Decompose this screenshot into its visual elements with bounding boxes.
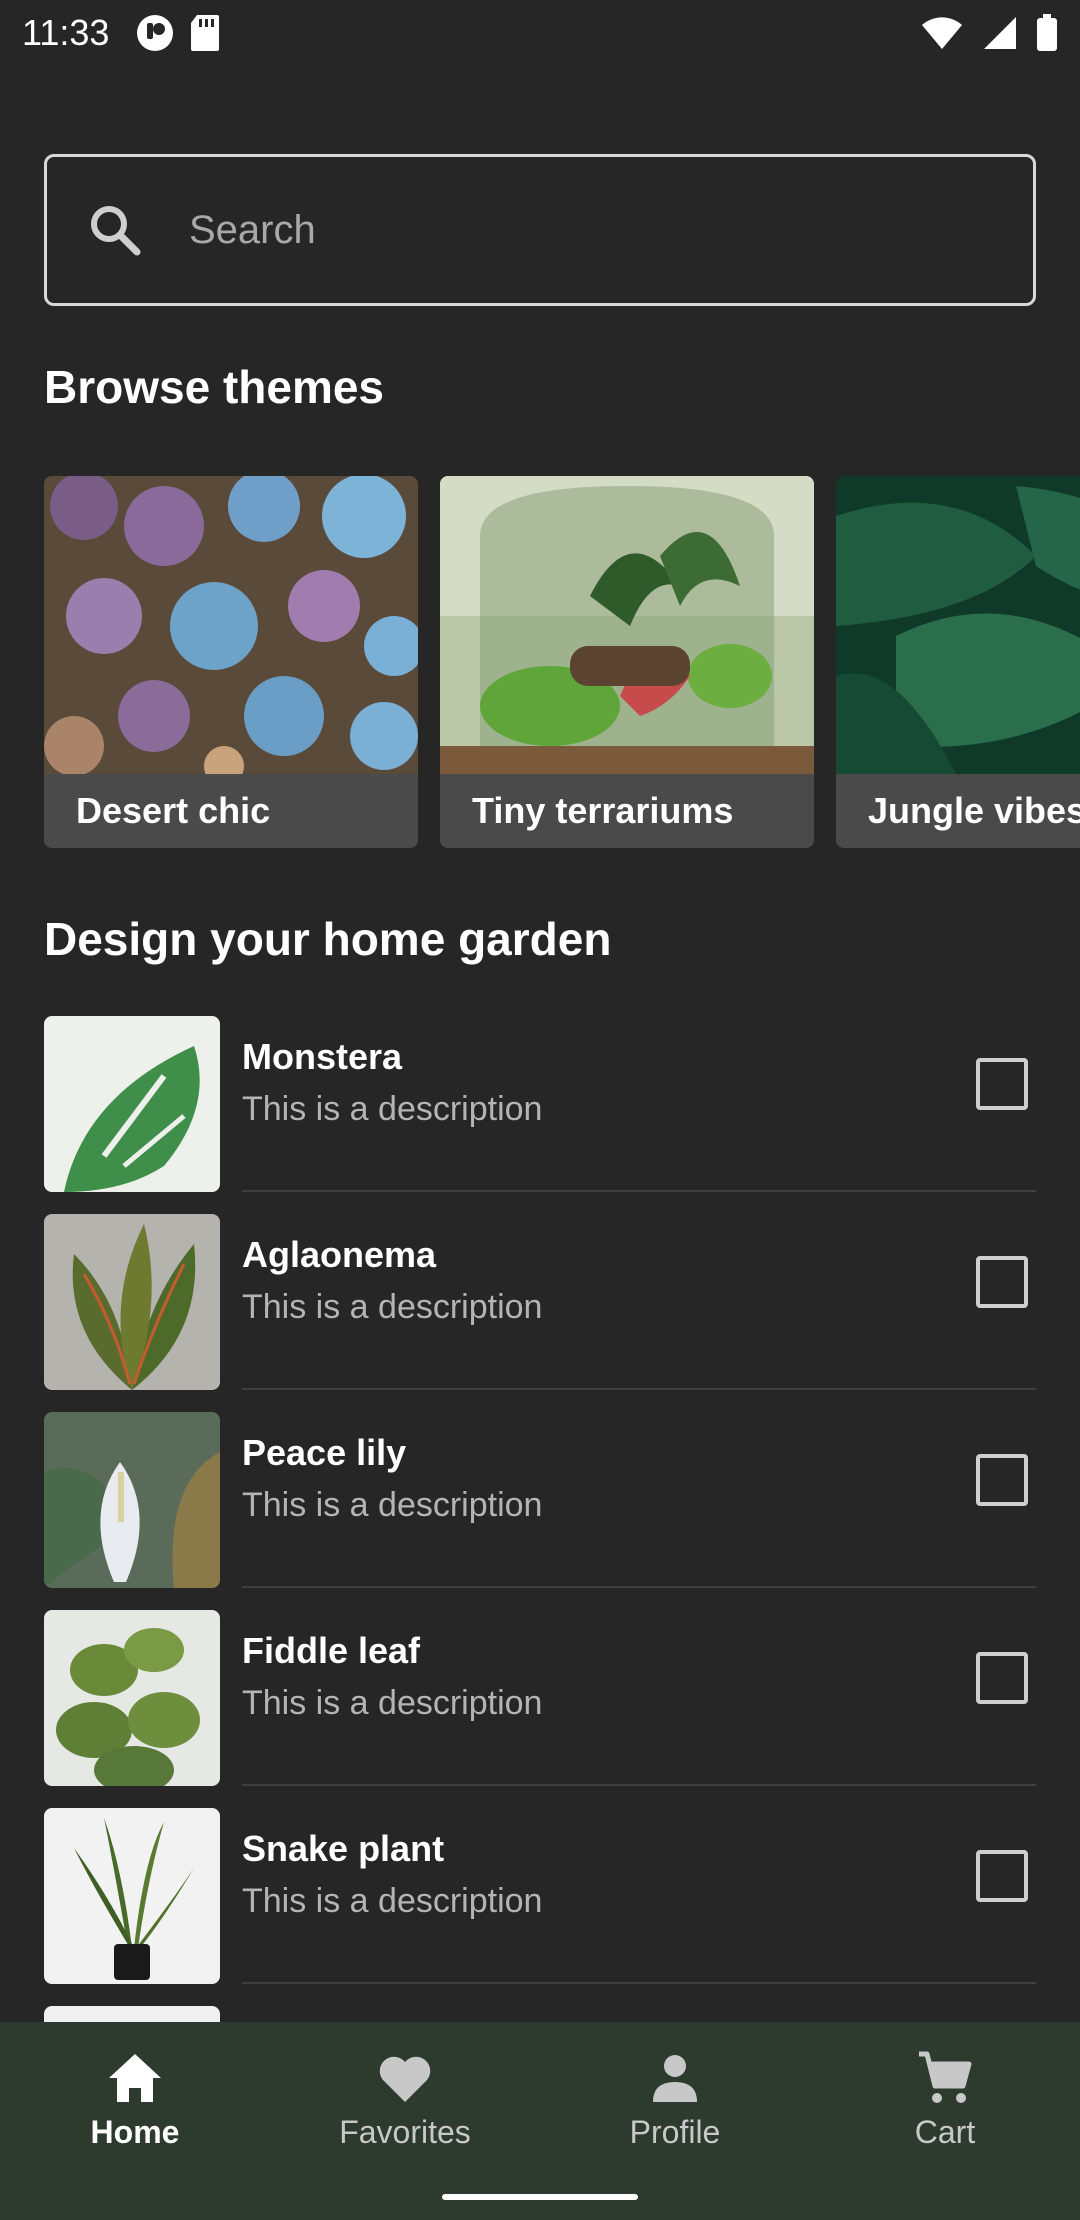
plant-checkbox[interactable] bbox=[976, 1058, 1028, 1110]
theme-label-bar: Jungle vibes bbox=[836, 774, 1080, 848]
theme-label: Jungle vibes bbox=[868, 790, 1080, 831]
status-left: 11:33 bbox=[22, 12, 221, 54]
divider bbox=[242, 1784, 1036, 1786]
search-icon bbox=[91, 206, 141, 256]
plant-description: This is a description bbox=[242, 1288, 543, 1326]
nav-favorites[interactable]: Favorites bbox=[270, 2022, 540, 2220]
plant-name: Snake plant bbox=[242, 1828, 445, 1869]
plant-description: This is a description bbox=[242, 1882, 543, 1920]
status-right bbox=[920, 14, 1058, 52]
plant-checkbox[interactable] bbox=[976, 1850, 1028, 1902]
nav-profile[interactable]: Profile bbox=[540, 2022, 810, 2220]
list-item[interactable]: Snake plant This is a description bbox=[0, 1808, 1080, 2006]
nav-home[interactable]: Home bbox=[0, 2022, 270, 2220]
theme-label-bar: Tiny terrariums bbox=[440, 774, 814, 848]
list-item[interactable]: Fiddle leaf This is a description bbox=[0, 1610, 1080, 1808]
plant-description: This is a description bbox=[242, 1090, 543, 1128]
plant-name: Peace lily bbox=[242, 1432, 407, 1473]
cart-icon bbox=[919, 2051, 972, 2103]
status-bar: 11:33 bbox=[0, 0, 1080, 66]
theme-card-jungle-vibes[interactable]: Jungle vibes bbox=[836, 476, 1080, 848]
list-item[interactable]: Monstera This is a description bbox=[0, 1016, 1080, 1214]
status-time: 11:33 bbox=[22, 12, 110, 53]
divider bbox=[242, 1586, 1036, 1588]
browse-themes-title: Browse themes bbox=[44, 361, 385, 413]
bottom-navigation: Home Favorites Profile Cart bbox=[0, 2022, 1080, 2220]
plant-checkbox[interactable] bbox=[976, 1652, 1028, 1704]
theme-label: Desert chic bbox=[76, 790, 271, 831]
list-item[interactable]: Peace lily This is a description bbox=[0, 1412, 1080, 1610]
plant-name: Aglaonema bbox=[242, 1234, 437, 1275]
search-input[interactable] bbox=[187, 206, 1033, 254]
list-item[interactable] bbox=[0, 2006, 1080, 2022]
person-icon bbox=[653, 2055, 697, 2102]
garden-title: Design your home garden bbox=[44, 913, 612, 965]
wifi-icon bbox=[922, 17, 962, 49]
plant-description: This is a description bbox=[242, 1486, 543, 1524]
nav-label: Favorites bbox=[339, 2114, 471, 2150]
nav-cart[interactable]: Cart bbox=[810, 2022, 1080, 2220]
divider bbox=[242, 1388, 1036, 1390]
home-indicator[interactable] bbox=[442, 2194, 638, 2200]
divider bbox=[242, 1190, 1036, 1192]
sd-card-icon bbox=[191, 15, 220, 51]
search-box[interactable] bbox=[44, 154, 1036, 306]
jungle-vibes-image bbox=[836, 476, 1080, 774]
theme-label-bar: Desert chic bbox=[44, 774, 418, 848]
plant-checkbox[interactable] bbox=[976, 1454, 1028, 1506]
desert-chic-image bbox=[44, 476, 418, 774]
battery-icon bbox=[1037, 14, 1057, 51]
divider bbox=[242, 1982, 1036, 1984]
plant-description: This is a description bbox=[242, 1684, 543, 1722]
plant-list[interactable]: Monstera This is a description Aglaonema… bbox=[0, 1016, 1080, 2022]
monstera-thumbnail bbox=[44, 1016, 220, 1192]
plant-name: Fiddle leaf bbox=[242, 1630, 421, 1671]
plant-name: Monstera bbox=[242, 1036, 403, 1077]
nav-label: Profile bbox=[629, 2114, 721, 2150]
nav-label: Cart bbox=[914, 2114, 976, 2150]
nav-label: Home bbox=[90, 2114, 180, 2150]
list-item[interactable]: Aglaonema This is a description bbox=[0, 1214, 1080, 1412]
peace-lily-thumbnail bbox=[44, 1412, 220, 1588]
tiny-terrariums-image bbox=[440, 476, 814, 774]
heart-icon bbox=[379, 2056, 431, 2102]
app-notification-icon bbox=[137, 15, 174, 51]
plant-checkbox[interactable] bbox=[976, 1256, 1028, 1308]
home-icon bbox=[109, 2054, 161, 2102]
theme-card-tiny-terrariums[interactable]: Tiny terrariums bbox=[440, 476, 814, 848]
cellular-signal-icon bbox=[984, 17, 1016, 49]
themes-carousel[interactable]: Desert chic Tiny terrariums Jungle vibes bbox=[44, 476, 1080, 848]
aglaonema-thumbnail bbox=[44, 1214, 220, 1390]
notification-icons bbox=[135, 13, 221, 53]
theme-card-desert-chic[interactable]: Desert chic bbox=[44, 476, 418, 848]
plant-thumbnail bbox=[44, 2006, 220, 2022]
fiddle-leaf-thumbnail bbox=[44, 1610, 220, 1786]
snake-plant-thumbnail bbox=[44, 1808, 220, 1984]
theme-label: Tiny terrariums bbox=[472, 790, 734, 831]
